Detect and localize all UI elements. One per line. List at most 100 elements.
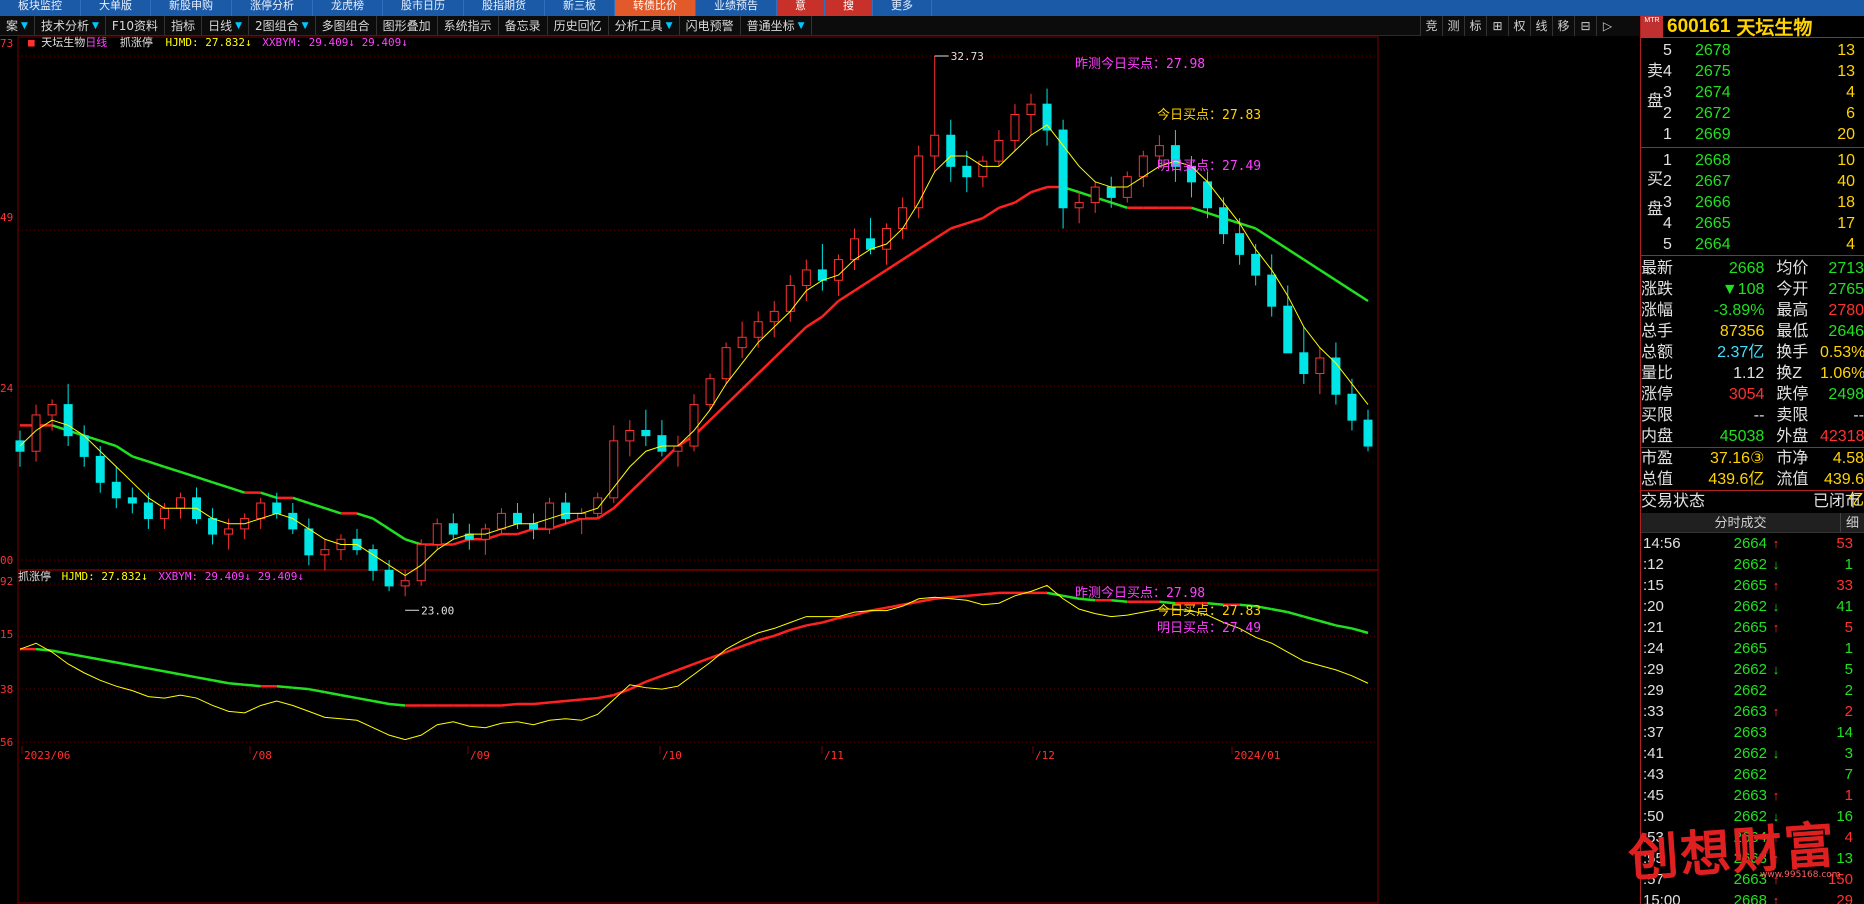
chart-tool-button[interactable]: 移	[1552, 16, 1574, 36]
toolbar-item[interactable]: 图形叠加	[377, 16, 438, 35]
trades-title[interactable]: 分时成交	[1641, 513, 1840, 532]
mtr-badge[interactable]: MTR	[1641, 16, 1663, 38]
top-menu-item[interactable]: 大单版	[81, 0, 151, 16]
trade-row[interactable]: :43 2662 7	[1641, 764, 1864, 785]
toolbar-item[interactable]: F10资料	[106, 16, 166, 35]
trade-row[interactable]: :45 2663 ↑ 1	[1641, 785, 1864, 806]
arrow-up-icon: ↑	[1772, 620, 1780, 635]
trades-header[interactable]: 分时成交 细	[1641, 513, 1864, 533]
trade-price: 2668	[1733, 892, 1767, 904]
trade-row[interactable]: :24 2665 1	[1641, 638, 1864, 659]
trade-row[interactable]: :33 2663 ↑ 2	[1641, 701, 1864, 722]
top-menu-item[interactable]: 板块监控	[0, 0, 81, 16]
arrow-up-icon: ↑	[1772, 536, 1780, 551]
candle-body	[673, 445, 683, 452]
quote-label: 均价	[1776, 260, 1809, 277]
trade-row[interactable]: :15 2665 ↑ 33	[1641, 575, 1864, 596]
buys-row[interactable]: 3 2666 18	[1641, 192, 1864, 213]
toolbar-item[interactable]: 技术分析 ▼	[35, 16, 106, 35]
trend-line-segment	[388, 527, 406, 541]
chart-tool-button[interactable]: 权	[1508, 16, 1530, 36]
sub-trend-segment	[51, 649, 69, 655]
sells-row[interactable]: 3 2674 4	[1641, 82, 1864, 103]
quote-value: 2765	[1828, 281, 1864, 298]
quote-panel: MTR 600161 天坛生物 卖盘 5 2678 13 4 2675 13 3 2674 4 2…	[1640, 16, 1864, 904]
chart-right-tools: 竞测标 ⊞ 权线移 ⊟ ▷	[1420, 16, 1640, 36]
trade-row[interactable]: 14:56 2664 ↑ 53	[1641, 533, 1864, 554]
toolbar-item[interactable]: 普通坐标 ▼	[741, 16, 812, 35]
chart-tool-button[interactable]: ▷	[1596, 16, 1618, 36]
sub-info-indicator: 抓涨停	[18, 570, 51, 583]
kline-chart[interactable]: 73 49 24 00 92 15 38 56 2023/06/08/09/10/11/12 20…	[0, 36, 1640, 904]
toolbar-item[interactable]: 系统指示	[438, 16, 499, 35]
toolbar-item[interactable]: 历史回忆	[548, 16, 609, 35]
trades-detail-button[interactable]: 细	[1840, 513, 1864, 532]
candle-body	[849, 238, 859, 261]
candle-body	[561, 502, 571, 520]
trade-row[interactable]: :21 2665 ↑ 5	[1641, 617, 1864, 638]
trade-row[interactable]: :20 2662 ↓ 41	[1641, 596, 1864, 617]
trade-row[interactable]: 15:00 2668 ↑ 29	[1641, 890, 1864, 904]
candle-body	[529, 523, 539, 530]
top-menu-item[interactable]: 新三板	[545, 0, 615, 16]
chart-tool-button[interactable]: ⊞	[1486, 16, 1508, 36]
top-menu-item[interactable]: 意	[777, 0, 825, 16]
toolbar-item[interactable]: 案 ▼	[0, 16, 35, 35]
chevron-down-icon: ▼	[235, 20, 243, 31]
trend-line-segment	[99, 439, 117, 448]
toolbar-item[interactable]: 闪电预警	[680, 16, 741, 35]
sub-trend-segment	[1287, 610, 1305, 618]
toolbar-item[interactable]: 2图组合 ▼	[249, 16, 316, 35]
sells-row[interactable]: 1 2669 20	[1641, 124, 1864, 145]
no-arrow	[1767, 722, 1785, 743]
trade-row[interactable]: :29 2662 2	[1641, 680, 1864, 701]
quote-label: 总额	[1641, 344, 1674, 361]
chart-tool-button[interactable]: 标	[1464, 16, 1486, 36]
top-menu-item[interactable]: 搜	[825, 0, 873, 16]
quote-value: 2668	[1728, 260, 1765, 277]
chart-tool-button[interactable]: 竞	[1420, 16, 1442, 36]
toolbar-item[interactable]: 备忘录	[499, 16, 548, 35]
chart-area[interactable]: 73 49 24 00 92 15 38 56 2023/06/08/09/10/11/12 20…	[0, 36, 1640, 904]
top-menu-item[interactable]: 龙虎榜	[313, 0, 383, 16]
trade-row[interactable]: :12 2662 ↓ 1	[1641, 554, 1864, 575]
top-menu-item[interactable]: 涨停分析	[232, 0, 313, 16]
trade-row[interactable]: :41 2662 ↓ 3	[1641, 743, 1864, 764]
top-menu-item[interactable]: 转债比价	[615, 0, 696, 16]
trade-row[interactable]: :29 2662 ↓ 5	[1641, 659, 1864, 680]
toolbar-item-label: 2图组合	[255, 18, 299, 33]
sub-trend-segment	[789, 624, 807, 632]
trend-line-segment	[885, 258, 904, 271]
sells-row[interactable]: 2 2672 6	[1641, 103, 1864, 124]
trend-line-segment	[1287, 248, 1305, 261]
buys-row[interactable]: 1 2668 10	[1641, 150, 1864, 171]
top-menu-item[interactable]: 业绩预告	[696, 0, 777, 16]
toolbar-item[interactable]: 多图组合	[316, 16, 377, 35]
buys-row[interactable]: 4 2665 17	[1641, 213, 1864, 234]
x-axis-label: /11	[824, 749, 844, 762]
sells-row[interactable]: 5 2678 13	[1641, 40, 1864, 61]
chart-tool-button[interactable]: 测	[1442, 16, 1464, 36]
quote-label: 跌停	[1776, 386, 1809, 403]
quote-value: 2.37亿	[1717, 344, 1765, 361]
trade-row[interactable]: :37 2663 14	[1641, 722, 1864, 743]
buys-row[interactable]: 2 2667 40	[1641, 171, 1864, 192]
toolbar-item[interactable]: 日线 ▼	[202, 16, 250, 35]
buys-row[interactable]: 5 2664 4	[1641, 234, 1864, 255]
top-menu-item[interactable]: 股市日历	[383, 0, 464, 16]
stock-header[interactable]: MTR 600161 天坛生物	[1641, 16, 1864, 39]
quote-value: --	[1753, 407, 1765, 424]
candle-body	[384, 569, 394, 587]
chart-tool-button[interactable]: 线	[1530, 16, 1552, 36]
chart-tool-button[interactable]: ⊟	[1574, 16, 1596, 36]
trade-price: 2664	[1733, 535, 1767, 552]
top-menu-item[interactable]: 股指期货	[464, 0, 545, 16]
toolbar-item[interactable]: 分析工具 ▼	[609, 16, 680, 35]
toolbar-item[interactable]: 指标	[165, 16, 203, 35]
top-menu-item[interactable]: 更多	[873, 0, 932, 16]
sells-row[interactable]: 4 2675 13	[1641, 61, 1864, 82]
trend-line-segment	[260, 491, 278, 500]
quote-value: 2646	[1828, 323, 1864, 340]
top-menu-item[interactable]: 新股申购	[151, 0, 232, 16]
trade-volume: 5	[1844, 619, 1853, 636]
